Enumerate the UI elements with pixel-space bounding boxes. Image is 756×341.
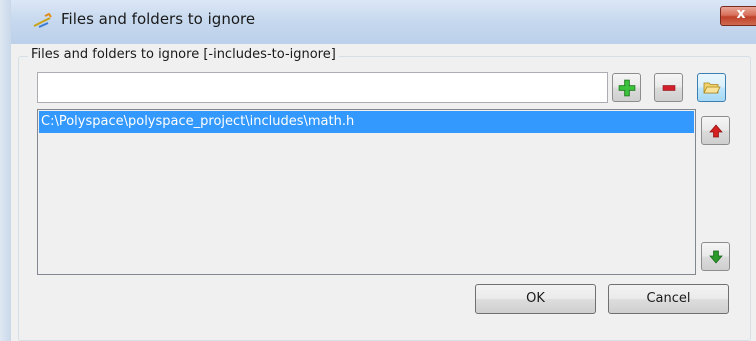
plus-icon — [618, 79, 636, 97]
app-logo-icon — [33, 12, 53, 30]
up-arrow-icon — [709, 124, 723, 138]
list-item[interactable]: C:\Polyspace\polyspace_project\includes\… — [39, 111, 694, 133]
browse-button[interactable] — [697, 73, 726, 102]
group-label: Files and folders to ignore [-includes-t… — [28, 47, 339, 62]
background-window-edge — [0, 0, 11, 341]
add-button[interactable] — [612, 73, 641, 102]
close-button[interactable]: x — [720, 6, 756, 26]
ignored-files-list[interactable]: C:\Polyspace\polyspace_project\includes\… — [37, 109, 696, 275]
minus-icon — [662, 85, 676, 91]
folder-open-icon — [703, 82, 721, 94]
window-title: Files and folders to ignore — [61, 10, 256, 28]
cancel-button[interactable]: Cancel — [608, 284, 729, 314]
path-input[interactable] — [37, 72, 608, 103]
title-bar[interactable]: Files and folders to ignore x — [11, 0, 756, 44]
move-down-button[interactable] — [701, 242, 730, 271]
dialog-window: Files and folders to ignore x Files and … — [0, 0, 756, 341]
move-up-button[interactable] — [701, 116, 730, 145]
remove-button[interactable] — [654, 73, 683, 102]
ok-button[interactable]: OK — [475, 284, 596, 314]
close-icon: x — [736, 6, 746, 22]
down-arrow-icon — [709, 250, 723, 264]
